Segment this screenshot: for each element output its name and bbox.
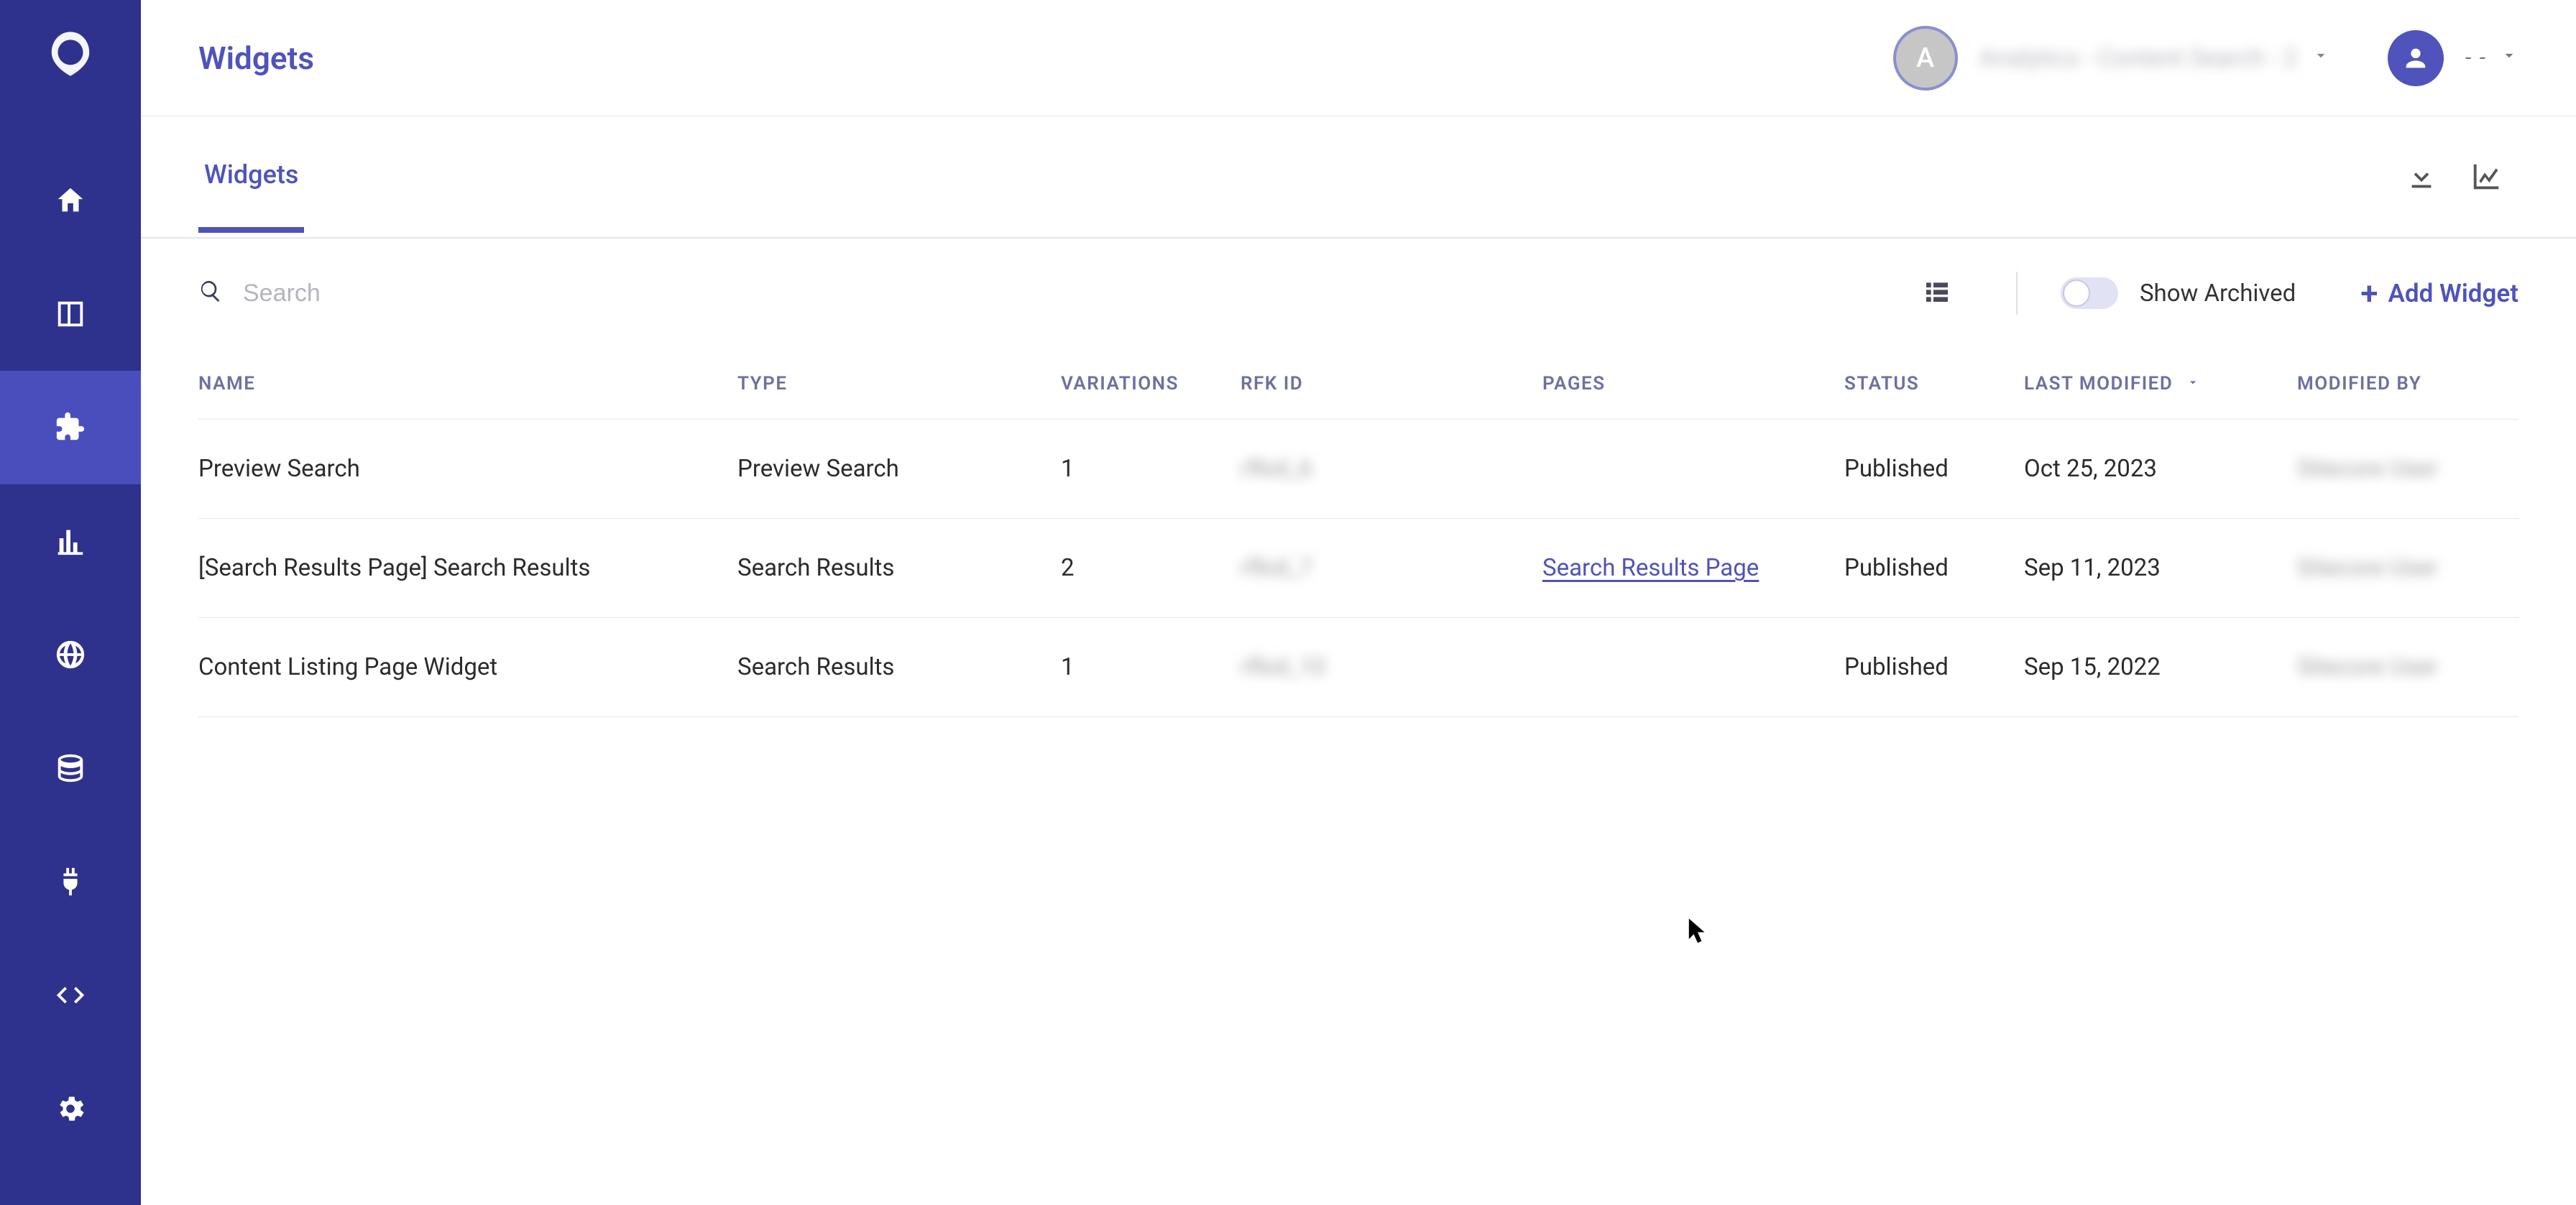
nav-plug[interactable]: [0, 825, 141, 938]
page-title: Widgets: [198, 40, 314, 77]
cell-name: Content Listing Page Widget: [198, 653, 737, 681]
col-name[interactable]: NAME: [198, 373, 737, 394]
search-icon: [198, 279, 242, 308]
tab-widgets[interactable]: Widgets: [198, 121, 304, 233]
list-view-icon: [1923, 277, 1951, 305]
search-input[interactable]: [242, 279, 745, 308]
cell-last-modified: Oct 25, 2023: [2024, 455, 2297, 483]
widgets-table: NAME TYPE VARIATIONS RFK ID PAGES STATUS…: [141, 348, 2576, 1205]
cell-variations: 1: [1061, 455, 1241, 483]
view-toggle[interactable]: [1923, 277, 1951, 310]
globe-icon: [54, 638, 87, 671]
sort-desc-icon: [2186, 373, 2200, 394]
cell-status: Published: [1844, 653, 2024, 681]
user-avatar[interactable]: [2388, 30, 2444, 86]
user-icon: [2401, 44, 2430, 73]
table-row[interactable]: Preview Search Preview Search 1 rfkid_6 …: [198, 420, 2518, 519]
cell-variations: 1: [1061, 653, 1241, 681]
user-caret-icon[interactable]: [2500, 46, 2518, 70]
col-status[interactable]: STATUS: [1844, 373, 2024, 394]
nav-globe[interactable]: [0, 598, 141, 711]
cell-last-modified: Sep 11, 2023: [2024, 554, 2297, 582]
line-chart-icon: [2470, 160, 2503, 193]
col-pages[interactable]: PAGES: [1542, 373, 1844, 394]
col-type[interactable]: TYPE: [737, 373, 1061, 394]
user-label: - -: [2465, 45, 2487, 70]
cell-status: Published: [1844, 554, 2024, 582]
table-row[interactable]: Content Listing Page Widget Search Resul…: [198, 618, 2518, 717]
cell-status: Published: [1844, 455, 2024, 483]
layout-icon: [54, 297, 87, 331]
cell-variations: 2: [1061, 554, 1241, 582]
plug-icon: [54, 865, 87, 898]
nav-database[interactable]: [0, 711, 141, 825]
col-variations[interactable]: VARIATIONS: [1061, 373, 1241, 394]
cell-modified-by: Sitecore User: [2297, 653, 2518, 681]
cell-rfk-id: rfkid_10: [1241, 653, 1542, 681]
plus-icon: +: [2360, 277, 2378, 309]
toolbar-divider: [2016, 272, 2018, 315]
cell-modified-by: Sitecore User: [2297, 554, 2518, 582]
show-archived-toggle[interactable]: [2061, 277, 2118, 309]
code-icon: [54, 979, 87, 1012]
cell-name: Preview Search: [198, 455, 737, 483]
cell-pages: Search Results Page: [1542, 554, 1844, 582]
brand-logo[interactable]: [45, 29, 96, 79]
nav-layout[interactable]: [0, 257, 141, 371]
table-row[interactable]: [Search Results Page] Search Results Sea…: [198, 519, 2518, 618]
sidebar: [0, 0, 141, 1205]
cell-name: [Search Results Page] Search Results: [198, 554, 737, 582]
top-header: Widgets A Analytics - Content Search - 2…: [141, 0, 2576, 116]
nav-code[interactable]: [0, 938, 141, 1052]
nav-widgets[interactable]: [0, 371, 141, 484]
nav-home[interactable]: [0, 144, 141, 257]
list-toolbar: Show Archived + Add Widget: [141, 239, 2576, 348]
environment-caret-icon[interactable]: [2312, 46, 2330, 70]
add-widget-label: Add Widget: [2388, 279, 2519, 308]
add-widget-button[interactable]: + Add Widget: [2360, 277, 2518, 309]
cell-type: Preview Search: [737, 455, 1061, 483]
show-archived-label: Show Archived: [2140, 280, 2296, 308]
cell-rfk-id: rfkid_7: [1241, 554, 1542, 582]
cell-last-modified: Sep 15, 2022: [2024, 653, 2297, 681]
cell-type: Search Results: [737, 653, 1061, 681]
nav-analytics[interactable]: [0, 484, 141, 598]
cell-rfk-id: rfkid_6: [1241, 455, 1542, 483]
col-last-modified[interactable]: LAST MODIFIED: [2024, 373, 2297, 394]
database-icon: [54, 752, 87, 785]
col-rfk-id[interactable]: RFK ID: [1241, 373, 1542, 394]
home-icon: [54, 184, 87, 217]
puzzle-icon: [54, 411, 87, 444]
col-modified-by[interactable]: MODIFIED BY: [2297, 373, 2518, 394]
gear-icon: [54, 1092, 87, 1125]
tabs-row: Widgets: [141, 116, 2576, 239]
chart-button[interactable]: [2454, 144, 2518, 209]
environment-badge[interactable]: A: [1893, 26, 1958, 91]
table-header-row: NAME TYPE VARIATIONS RFK ID PAGES STATUS…: [198, 348, 2518, 420]
cell-type: Search Results: [737, 554, 1061, 582]
page-link[interactable]: Search Results Page: [1542, 554, 1759, 582]
environment-label[interactable]: Analytics - Content Search - 2: [1979, 44, 2297, 73]
bar-chart-icon: [54, 525, 87, 558]
nav-settings[interactable]: [0, 1052, 141, 1165]
download-icon: [2405, 160, 2438, 193]
download-button[interactable]: [2389, 144, 2454, 209]
cell-modified-by: Sitecore User: [2297, 455, 2518, 483]
